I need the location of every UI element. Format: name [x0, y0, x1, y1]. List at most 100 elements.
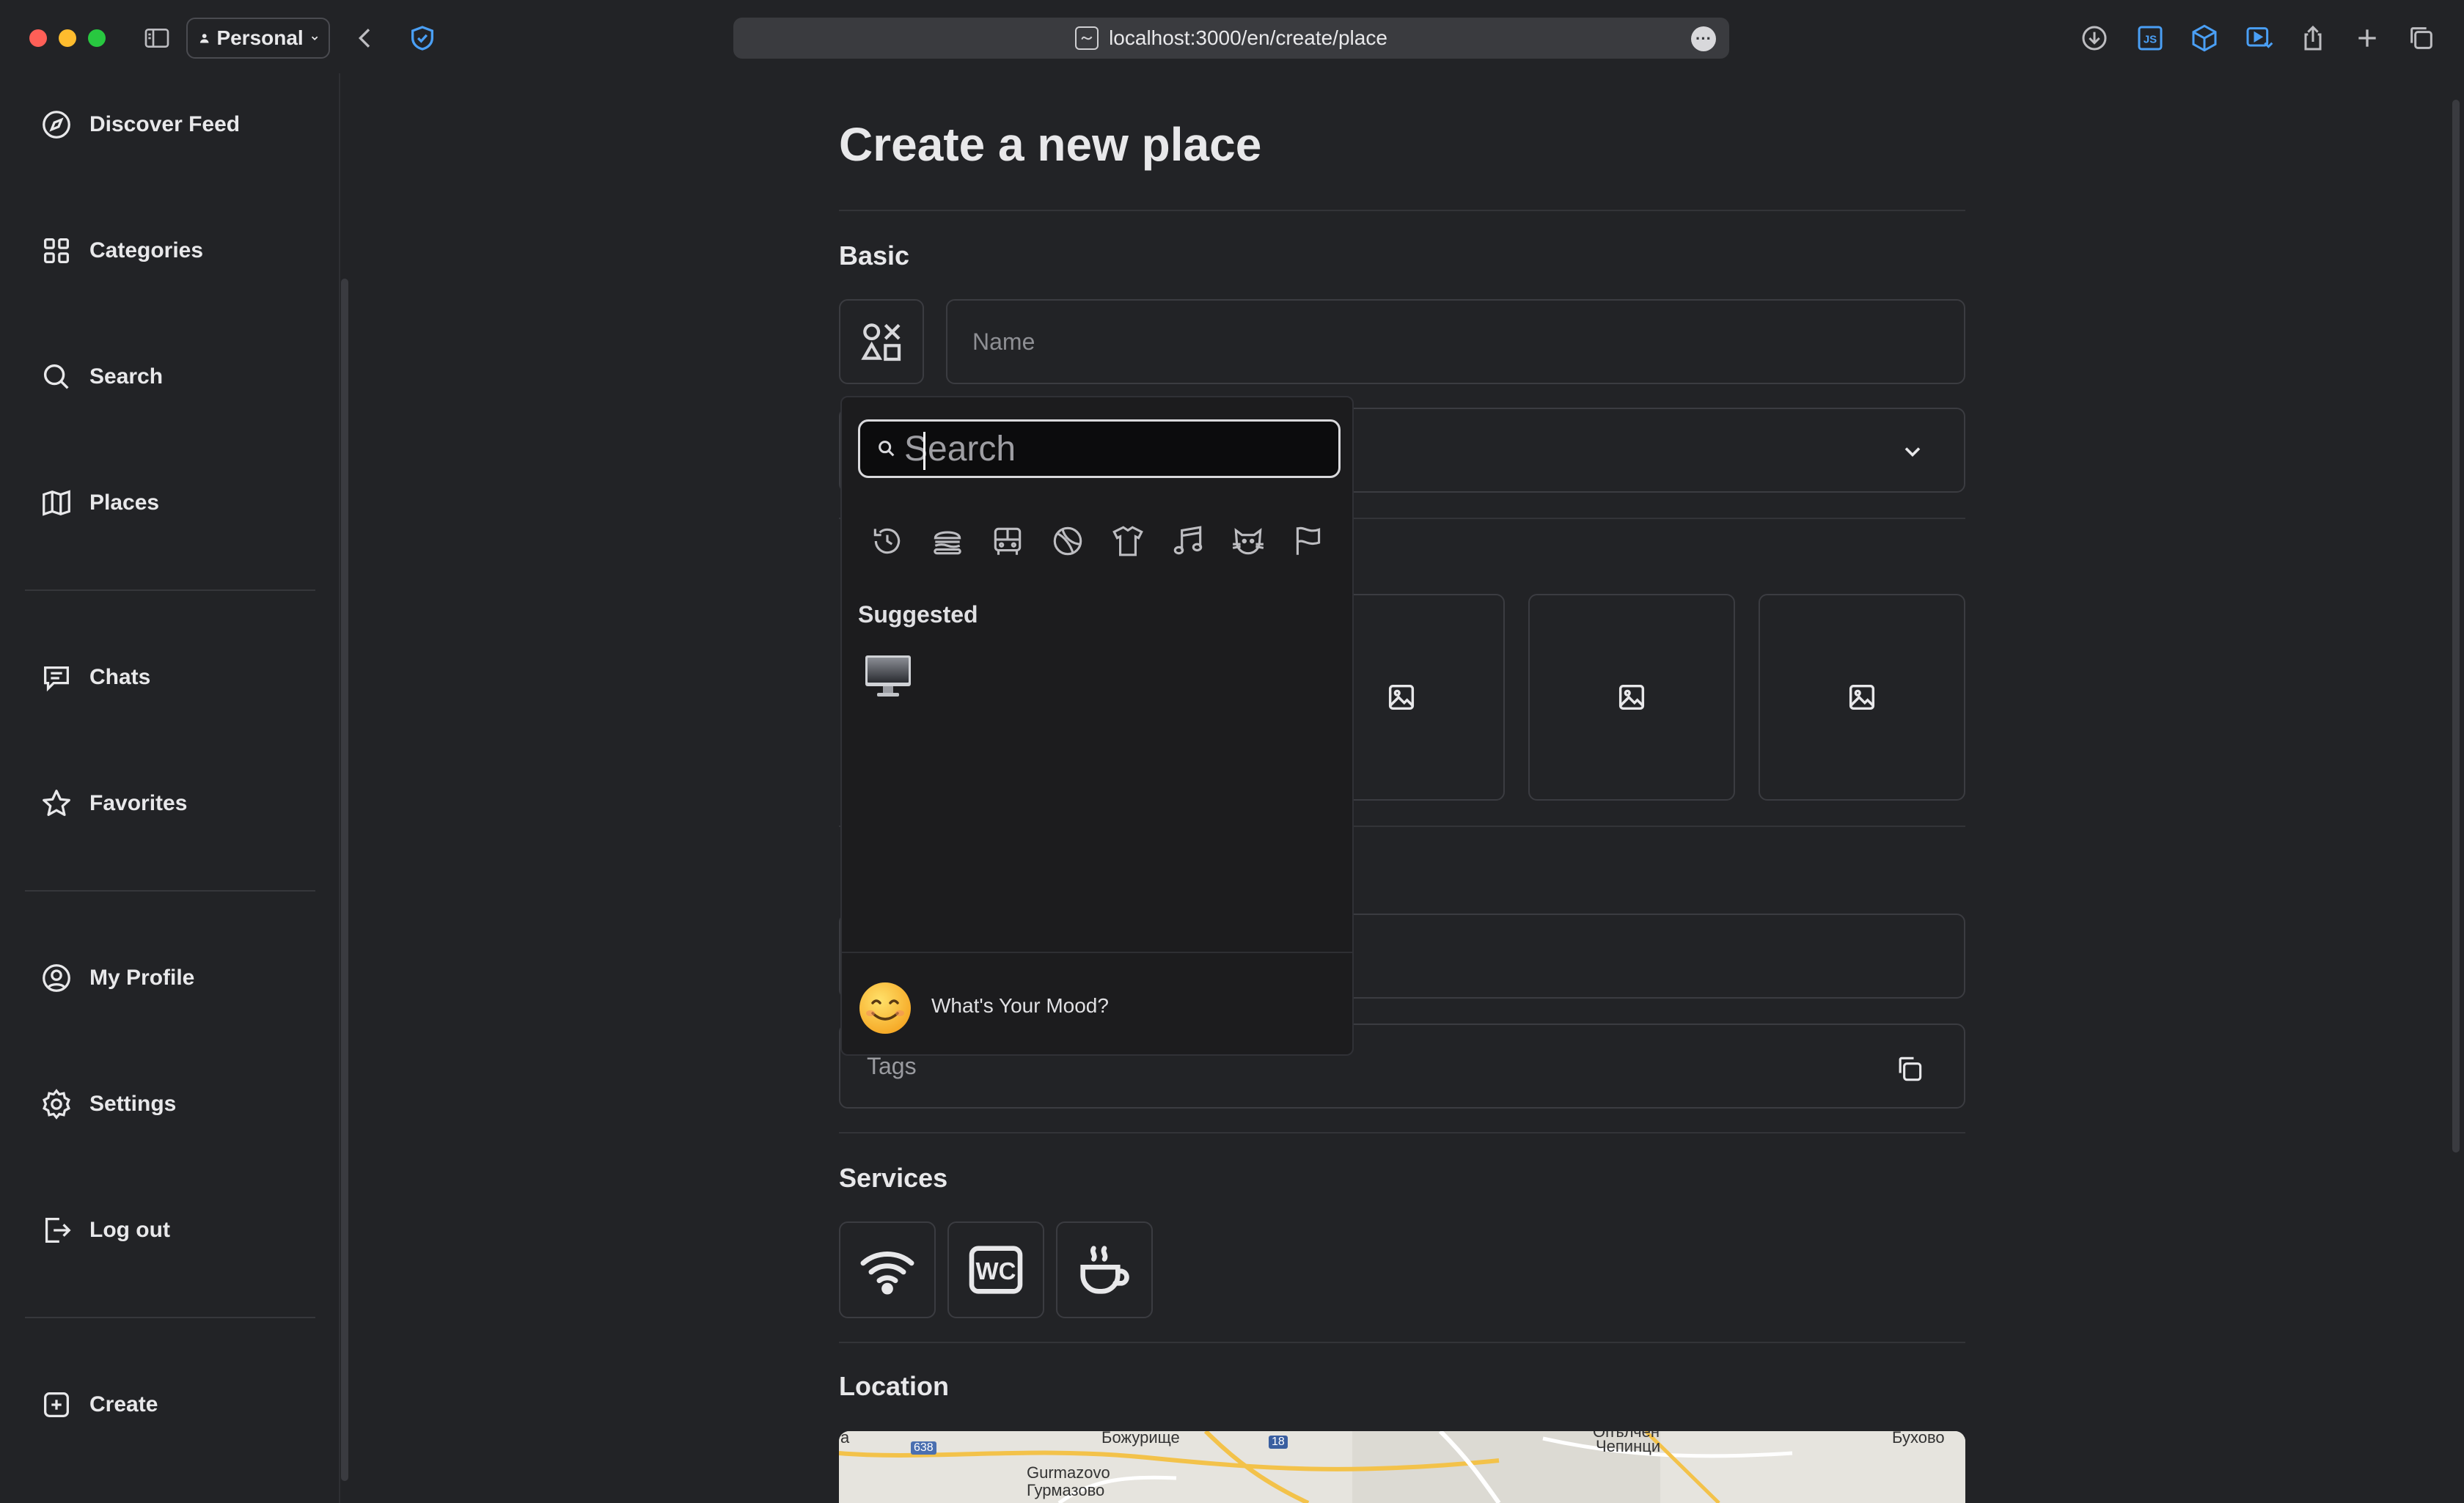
cube-extension-icon[interactable] [2184, 18, 2225, 59]
image-upload-slot[interactable] [1759, 594, 1965, 801]
sidebar-item-favorites[interactable]: Favorites [40, 780, 187, 827]
close-window-button[interactable] [29, 29, 47, 47]
page-menu-icon[interactable]: ··· [1691, 26, 1716, 51]
service-wc-toggle[interactable]: WC [947, 1221, 1044, 1318]
minimize-window-button[interactable] [59, 29, 76, 47]
page-title: Create a new place [839, 118, 1262, 171]
copy-icon[interactable] [1893, 1053, 1926, 1085]
plus-square-icon [44, 1392, 69, 1417]
emoji-picker-footer: What's Your Mood? [842, 952, 1352, 1054]
sidebar-item-chats[interactable]: Chats [40, 654, 150, 701]
map-label: 638 [911, 1441, 936, 1455]
smiling-face-emoji-icon [858, 981, 912, 1035]
grid-icon [44, 238, 69, 263]
new-tab-icon[interactable] [2347, 18, 2388, 59]
app-window: Personal localhost:3000/en/create/place … [0, 0, 2464, 1503]
category-flags-icon[interactable] [1289, 522, 1327, 560]
chat-icon [44, 666, 69, 692]
tags-placeholder: Tags [867, 1052, 917, 1079]
category-animals-icon[interactable] [1229, 522, 1267, 560]
shapes-icon [861, 323, 901, 361]
profile-label: Personal [216, 26, 304, 49]
media-extension-icon[interactable] [2238, 18, 2279, 59]
svg-text:JS: JS [2144, 34, 2157, 46]
emoji-search-field[interactable] [858, 419, 1341, 478]
map-roads [839, 1431, 1965, 1503]
map-label: 18 [1269, 1436, 1288, 1449]
category-travel-icon[interactable] [989, 522, 1027, 560]
suggested-heading: Suggested [858, 601, 978, 628]
sidebar-item-label: Create [89, 1392, 158, 1416]
user-circle-icon [43, 964, 70, 992]
sidebar-item-settings[interactable]: Settings [40, 1081, 176, 1128]
share-icon[interactable] [2292, 18, 2333, 59]
address-bar[interactable]: localhost:3000/en/create/place ··· [733, 18, 1729, 59]
sidebar-item-discover-feed[interactable]: Discover Feed [40, 101, 240, 148]
desktop-computer-emoji-icon[interactable] [864, 654, 912, 698]
map-icon [43, 490, 70, 516]
section-title-basic: Basic [839, 240, 910, 271]
sidebar-item-label: Places [89, 490, 160, 515]
sidebar-toggle-icon[interactable] [136, 18, 177, 59]
back-icon[interactable] [345, 18, 386, 59]
image-upload-slot[interactable] [1528, 594, 1735, 801]
name-placeholder: Name [972, 328, 1035, 355]
chevron-down-icon [311, 36, 318, 41]
sidebar-scrollbar[interactable] [341, 279, 348, 1481]
sidebar-item-log-out[interactable]: Log out [40, 1207, 170, 1254]
gear-icon [43, 1089, 70, 1120]
section-title-services: Services [839, 1163, 948, 1193]
category-objects-icon[interactable] [1109, 522, 1147, 560]
sidebar-item-label: Favorites [89, 791, 188, 815]
wc-icon: WC [969, 1246, 1023, 1294]
category-recent-icon[interactable] [868, 522, 906, 560]
icon-picker-button[interactable] [839, 299, 924, 384]
service-coffee-toggle[interactable] [1056, 1221, 1153, 1318]
sidebar-item-label: My Profile [89, 966, 195, 990]
location-map[interactable]: а Божурище 638 18 Gurmazovo Гурмазово Оп… [839, 1431, 1965, 1503]
category-activity-icon[interactable] [1049, 522, 1087, 560]
sidebar-border [339, 73, 340, 1503]
tab-overview-icon[interactable] [2401, 18, 2442, 59]
map-label: а [840, 1431, 850, 1447]
js-extension-icon[interactable]: JS [2130, 18, 2171, 59]
shield-extension-icon[interactable] [402, 18, 443, 59]
page-scrollbar[interactable] [2452, 100, 2460, 1153]
section-divider [839, 1342, 1965, 1343]
site-favicon-icon [1075, 26, 1099, 50]
category-food-icon[interactable] [928, 522, 967, 560]
sidebar-item-categories[interactable]: Categories [40, 227, 203, 274]
sidebar-divider [25, 1317, 315, 1318]
sidebar-divider [25, 589, 315, 591]
service-wifi-toggle[interactable] [839, 1221, 936, 1318]
emoji-search-input[interactable] [904, 428, 1330, 469]
sidebar-item-my-profile[interactable]: My Profile [40, 955, 194, 1002]
sidebar-item-search[interactable]: Search [40, 353, 163, 400]
profile-switcher-button[interactable]: Personal [186, 18, 330, 59]
search-icon [43, 364, 69, 389]
map-label: Бухово [1892, 1431, 1945, 1447]
sidebar-item-label: Categories [89, 238, 204, 262]
section-title-location: Location [839, 1371, 949, 1401]
map-label: Gurmazovo [1027, 1463, 1110, 1482]
person-icon [199, 34, 209, 43]
category-symbols-icon[interactable] [1169, 522, 1207, 560]
sidebar-item-label: Search [89, 364, 164, 389]
wifi-icon [860, 1252, 914, 1295]
svg-text:WC: WC [976, 1257, 1016, 1285]
map-label: Гурмазово [1027, 1481, 1105, 1499]
search-icon [879, 441, 895, 457]
mood-footer-text: What's Your Mood? [931, 994, 1109, 1017]
downloads-icon[interactable] [2074, 18, 2115, 59]
sidebar-item-label: Settings [89, 1092, 177, 1116]
map-label: Божурище [1101, 1431, 1180, 1447]
map-label: Чепинци [1596, 1437, 1661, 1455]
sidebar-item-label: Chats [89, 665, 151, 689]
zoom-window-button[interactable] [88, 29, 106, 47]
image-icon [1849, 684, 1875, 710]
compass-icon [43, 111, 70, 139]
name-input[interactable]: Name [946, 299, 1965, 384]
sidebar-item-create[interactable]: Create [40, 1381, 158, 1428]
image-icon [1388, 684, 1415, 710]
sidebar-item-places[interactable]: Places [40, 479, 159, 526]
